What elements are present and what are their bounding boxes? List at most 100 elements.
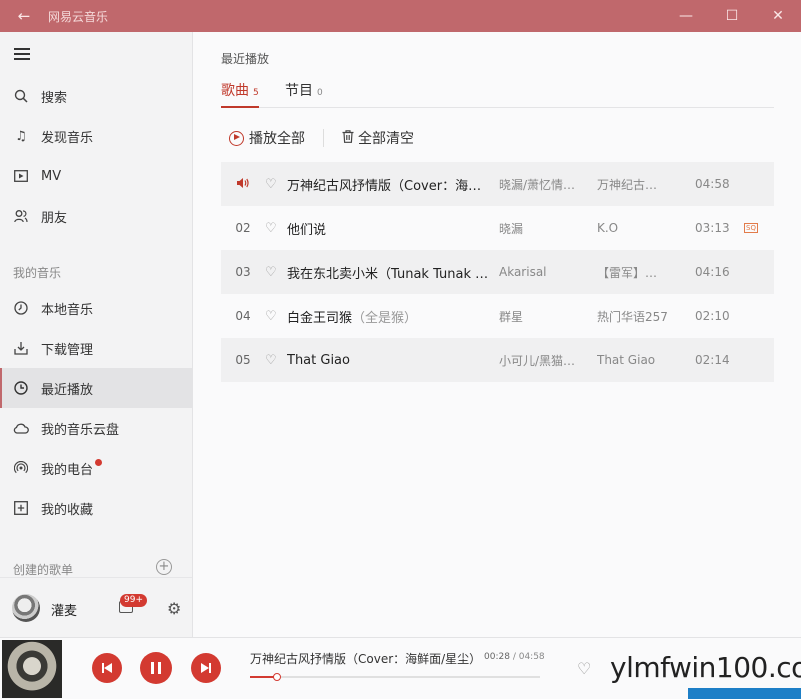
- table-row[interactable]: ♡ 万神纪古风抒情版（Cover：海鲜面/星尘） 晓漏/萧忆情Alex 万神纪古…: [221, 162, 774, 206]
- friends-icon: [13, 208, 29, 224]
- sidebar-item-cloud-disk[interactable]: 我的音乐云盘: [0, 408, 192, 448]
- previous-button[interactable]: [92, 653, 122, 683]
- tab-count: 5: [253, 88, 259, 98]
- sidebar-item-mv[interactable]: MV: [0, 156, 192, 196]
- toolbar-divider: [323, 129, 324, 147]
- user-name[interactable]: 灌麦: [51, 600, 77, 619]
- heart-icon[interactable]: ♡: [265, 353, 287, 368]
- radio-icon: [13, 460, 29, 476]
- next-button[interactable]: [191, 653, 221, 683]
- table-row[interactable]: 03 ♡ 我在东北卖小米（Tunak Tunak Tun） Akarisal 【…: [221, 250, 774, 294]
- maximize-icon[interactable]: ☐: [709, 0, 755, 32]
- table-row[interactable]: 05 ♡ That Giao 小可儿/黑猫警长Giao哥 That Giao 0…: [221, 338, 774, 382]
- song-number: 04: [235, 309, 251, 323]
- sidebar-item-local-music[interactable]: 本地音乐: [0, 288, 192, 328]
- sidebar-item-discover[interactable]: ♫ 发现音乐: [0, 116, 192, 156]
- sidebar-item-label: 下载管理: [41, 342, 94, 358]
- heart-icon[interactable]: ♡: [265, 221, 287, 236]
- now-playing-title: 万神纪古风抒情版（Cover：海鲜面/星尘）: [250, 652, 482, 666]
- close-icon[interactable]: ✕: [755, 0, 801, 32]
- sidebar-item-label: 我的音乐云盘: [41, 422, 120, 438]
- pause-icon: [151, 662, 161, 674]
- sidebar-item-label: 搜索: [41, 90, 68, 106]
- album-cover[interactable]: [2, 640, 62, 698]
- history-icon: [13, 380, 29, 396]
- arrow-left-icon[interactable]: ←: [0, 7, 48, 25]
- song-duration: 02:10: [695, 309, 730, 323]
- window-controls: — ☐ ✕: [663, 0, 801, 32]
- sidebar-item-label: 本地音乐: [41, 302, 94, 318]
- tab-programs[interactable]: 节目 0: [285, 80, 323, 108]
- watermark-bar: [688, 688, 801, 699]
- clear-all-label: 全部清空: [358, 131, 414, 147]
- title-bar: ← 网易云音乐 — ☐ ✕: [0, 0, 801, 32]
- heart-icon[interactable]: ♡: [265, 265, 287, 280]
- play-circle-icon: [229, 130, 244, 146]
- song-artist[interactable]: 晓漏: [499, 220, 579, 237]
- list-toolbar: 播放全部 全部清空: [229, 128, 414, 148]
- progress-bar[interactable]: [250, 673, 540, 681]
- video-icon: [13, 168, 29, 184]
- heart-icon[interactable]: ♡: [577, 659, 591, 678]
- song-title: 万神纪古风抒情版（Cover：海鲜面/星尘）: [287, 178, 493, 194]
- sidebar-item-recent-plays[interactable]: 最近播放: [0, 368, 192, 408]
- previous-icon: [102, 663, 112, 673]
- clear-all-button[interactable]: 全部清空: [342, 128, 414, 148]
- sidebar-item-collection[interactable]: 我的收藏: [0, 488, 192, 528]
- song-album[interactable]: 【雷军】我在东北卖小米: [597, 264, 669, 281]
- song-album[interactable]: 万神纪古风抒情版: [597, 176, 669, 193]
- tab-songs[interactable]: 歌曲 5: [221, 80, 259, 108]
- sidebar-item-label: 朋友: [41, 210, 68, 226]
- song-number: 02: [235, 221, 251, 235]
- minimize-icon[interactable]: —: [663, 0, 709, 32]
- sidebar-item-label: 我的电台: [41, 462, 94, 478]
- current-time: 00:28: [484, 652, 510, 662]
- song-artist[interactable]: 小可儿/黑猫警长Giao哥: [499, 352, 579, 369]
- song-album[interactable]: 热门华语257: [597, 308, 669, 325]
- heart-icon[interactable]: ♡: [265, 177, 287, 192]
- song-duration: 04:58: [695, 177, 730, 191]
- play-all-button[interactable]: 播放全部: [229, 128, 305, 148]
- song-artist[interactable]: Akarisal: [499, 265, 579, 279]
- song-album[interactable]: K.O: [597, 221, 669, 235]
- tab-count: 0: [317, 88, 323, 98]
- heart-icon[interactable]: ♡: [265, 309, 287, 324]
- table-row[interactable]: 04 ♡ 白金王司猴（全是猴） 群星 热门华语257 02:10: [221, 294, 774, 338]
- pause-button[interactable]: [140, 652, 172, 684]
- trash-icon: [342, 129, 354, 147]
- sidebar-item-search[interactable]: 搜索: [0, 76, 192, 116]
- song-album[interactable]: That Giao: [597, 353, 669, 367]
- page-title: 最近播放: [221, 52, 270, 66]
- sidebar-item-friends[interactable]: 朋友: [0, 196, 192, 236]
- tab-bar: 歌曲 5 节目 0: [221, 80, 774, 108]
- tab-label: 节目: [285, 83, 313, 99]
- download-icon: [13, 340, 29, 356]
- play-all-label: 播放全部: [249, 131, 305, 147]
- song-duration: 03:13: [695, 221, 730, 235]
- song-artist[interactable]: 晓漏/萧忆情Alex: [499, 176, 579, 193]
- gear-icon[interactable]: ⚙: [167, 599, 181, 618]
- notification-dot: [95, 458, 103, 466]
- main-content: 最近播放 歌曲 5 节目 0 播放全部 全部清空 ♡ 万神纪古风抒情版（Cover：…: [193, 32, 801, 637]
- watermark-text: ylmfwin100.com: [610, 651, 801, 684]
- table-row[interactable]: 02 ♡ 他们说 晓漏 K.O 03:13 SQ: [221, 206, 774, 250]
- clock-disk-icon: [13, 300, 29, 316]
- song-title-alias: （全是猴）: [352, 310, 418, 326]
- menu-icon[interactable]: [14, 48, 30, 60]
- user-panel: 灌麦 99+ ⚙: [0, 577, 192, 637]
- sidebar-item-label: 我的收藏: [41, 502, 94, 518]
- song-title: That Giao: [287, 352, 350, 368]
- search-icon: [13, 88, 29, 104]
- music-note-icon: ♫: [15, 128, 27, 144]
- message-count-badge: 99+: [120, 594, 147, 607]
- cloud-icon: [13, 420, 29, 436]
- sq-quality-icon: SQ: [744, 223, 758, 233]
- song-artist[interactable]: 群星: [499, 308, 579, 325]
- add-playlist-icon[interactable]: +: [156, 559, 172, 575]
- progress-handle[interactable]: [273, 673, 282, 681]
- avatar[interactable]: [12, 594, 40, 622]
- sidebar-item-my-radio[interactable]: 我的电台: [0, 448, 192, 488]
- song-title-main: 白金王司猴: [287, 310, 353, 326]
- sidebar: 搜索 ♫ 发现音乐 MV 朋友 我的音乐 本地音乐 下载管理 最近播放 我的音乐…: [0, 32, 193, 637]
- sidebar-item-downloads[interactable]: 下载管理: [0, 328, 192, 368]
